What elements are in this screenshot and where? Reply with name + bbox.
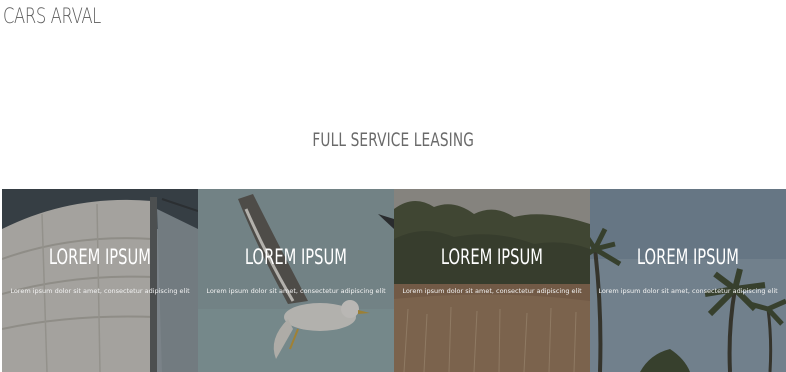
- page: CARS ARVAL FULL SERVICE LEASING LOREM IP…: [0, 0, 786, 372]
- brand-logo-text[interactable]: CARS ARVAL: [3, 4, 101, 28]
- tile-overlay: [198, 189, 394, 372]
- tile-overlay: [394, 189, 590, 372]
- tile-description: Lorem ipsum dolor sit amet, consectetur …: [206, 287, 386, 295]
- tile-heading: LOREM IPSUM: [440, 245, 544, 269]
- tile-heading: LOREM IPSUM: [636, 245, 740, 269]
- tile-description: Lorem ipsum dolor sit amet, consectetur …: [10, 287, 190, 295]
- feature-tile-1[interactable]: LOREM IPSUM Lorem ipsum dolor sit amet, …: [2, 189, 198, 372]
- tile-overlay: [590, 189, 786, 372]
- feature-tile-4[interactable]: LOREM IPSUM Lorem ipsum dolor sit amet, …: [590, 189, 786, 372]
- tile-description: Lorem ipsum dolor sit amet, consectetur …: [598, 287, 778, 295]
- feature-tile-3[interactable]: LOREM IPSUM Lorem ipsum dolor sit amet, …: [394, 189, 590, 372]
- tile-heading: LOREM IPSUM: [244, 245, 348, 269]
- section-title: FULL SERVICE LEASING: [0, 129, 786, 151]
- tile-description: Lorem ipsum dolor sit amet, consectetur …: [402, 287, 582, 295]
- feature-gallery: LOREM IPSUM Lorem ipsum dolor sit amet, …: [2, 189, 786, 372]
- tile-heading: LOREM IPSUM: [48, 245, 152, 269]
- feature-tile-2[interactable]: LOREM IPSUM Lorem ipsum dolor sit amet, …: [198, 189, 394, 372]
- section-title-text: FULL SERVICE LEASING: [312, 129, 474, 151]
- tile-overlay: [2, 189, 198, 372]
